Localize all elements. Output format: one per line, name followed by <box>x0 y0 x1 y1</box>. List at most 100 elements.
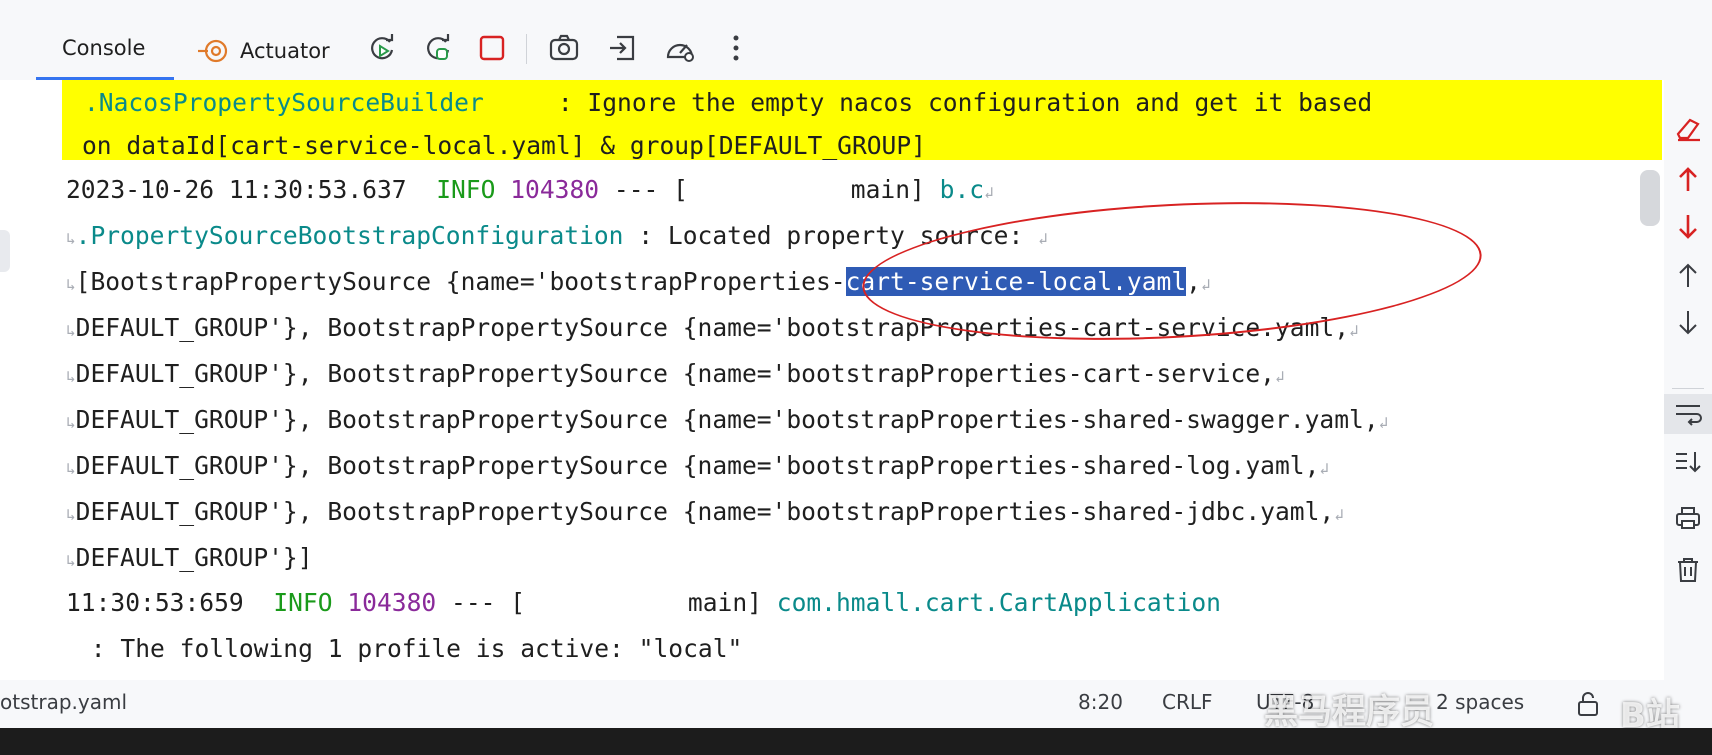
log-thread: --- [ main] <box>436 588 777 617</box>
red-annotation-circle <box>858 187 1486 355</box>
vertical-scrollbar[interactable] <box>1640 170 1660 226</box>
status-bar: otstrap.yaml 8:20 CRLF UTF-8 2 spaces 黑马… <box>0 680 1712 736</box>
eraser-icon <box>1676 118 1700 142</box>
log-message: DEFAULT_GROUP'}, BootstrapPropertySource… <box>75 359 1275 388</box>
tab-actuator-label: Actuator <box>240 39 330 63</box>
log-level: INFO <box>436 175 496 204</box>
soft-wrap-icon: ↳ <box>66 551 76 570</box>
log-message: DEFAULT_GROUP'}, BootstrapPropertySource… <box>75 451 1320 480</box>
soft-wrap-icon: ↳ <box>66 459 76 478</box>
video-watermark: 黑马程序员 <box>1264 692 1434 732</box>
restore-icon <box>610 35 635 61</box>
toolbar-divider <box>526 34 527 64</box>
toolbar-divider <box>1672 388 1704 389</box>
status-line-separator[interactable]: CRLF <box>1162 690 1213 714</box>
rerun-debug-icon <box>427 34 450 60</box>
arrow-down-icon <box>1679 215 1697 239</box>
console-side-toolbar <box>1664 80 1712 680</box>
soft-wrap-icon: ↳ <box>66 275 76 294</box>
clear-highlight-button[interactable] <box>1664 108 1712 148</box>
console-gutter <box>0 80 52 680</box>
actuator-icon <box>198 39 228 63</box>
log-line: ↳.PropertySourceBootstrapConfiguration :… <box>66 220 1048 255</box>
log-message: : Ignore the empty nacos configuration a… <box>483 88 1373 117</box>
more-button[interactable] <box>718 30 754 66</box>
log-pid: 104380 <box>510 175 600 204</box>
soft-wrap-icon: ↳ <box>66 413 76 432</box>
more-icon <box>733 35 739 61</box>
log-message: [BootstrapPropertySource {name='bootstra… <box>75 267 846 296</box>
gauge-icon <box>666 43 694 62</box>
arrow-up-icon <box>1679 263 1697 287</box>
soft-wrap-icon: ↲ <box>1319 459 1330 478</box>
stop-icon <box>479 35 505 61</box>
scroll-to-end-button[interactable] <box>1664 442 1712 482</box>
profiler-button[interactable] <box>662 30 698 66</box>
rerun-debug-button[interactable] <box>420 30 456 66</box>
prev-occurrence-button[interactable] <box>1664 160 1712 200</box>
log-thread: --- [ main] <box>599 175 940 204</box>
console-toolbar: Console Actuator <box>0 0 1712 80</box>
scroll-up-button[interactable] <box>1664 256 1712 296</box>
status-indent[interactable]: 2 spaces <box>1436 690 1524 714</box>
soft-wrap-icon: ↲ <box>1349 321 1359 340</box>
soft-wrap-button[interactable] <box>1664 394 1712 434</box>
soft-wrap-icon: ↳ <box>66 367 76 386</box>
log-line: : The following 1 profile is active: "lo… <box>76 633 743 665</box>
soft-wrap-icon: ↲ <box>1274 367 1285 386</box>
logger-name: .NacosPropertySourceBuilder <box>84 88 484 117</box>
rerun-icon <box>371 34 394 60</box>
scroll-to-end-icon <box>1676 452 1701 473</box>
log-message: DEFAULT_GROUP'}, BootstrapPropertySource… <box>75 405 1379 434</box>
soft-wrap-icon: ↲ <box>984 183 994 202</box>
lock-icon <box>1578 692 1598 716</box>
log-line: ↳DEFAULT_GROUP'}, BootstrapPropertySourc… <box>66 496 1344 531</box>
arrow-down-icon <box>1679 311 1697 335</box>
log-line: 2023-10-26 11:30:53.637 INFO 104380 --- … <box>66 174 994 209</box>
next-occurrence-button[interactable] <box>1664 206 1712 246</box>
screenshot-button[interactable] <box>546 30 582 66</box>
tab-console[interactable]: Console <box>62 36 145 60</box>
arrow-up-icon <box>1679 167 1697 191</box>
logger-name-link[interactable]: b.c <box>940 175 984 204</box>
restore-layout-button[interactable] <box>604 30 640 66</box>
log-line: ↳DEFAULT_GROUP'}, BootstrapPropertySourc… <box>66 450 1329 485</box>
soft-wrap-icon: ↲ <box>1378 413 1389 432</box>
log-pid: 104380 <box>347 588 437 617</box>
log-level: INFO <box>273 588 333 617</box>
logger-name-link[interactable]: .PropertySourceBootstrapConfiguration <box>76 221 624 250</box>
printer-icon <box>1676 507 1700 529</box>
camera-icon <box>549 34 579 61</box>
log-timestamp: 11:30:53:659 <box>66 588 244 617</box>
tab-console-label: Console <box>62 36 146 60</box>
soft-wrap-icon: ↳ <box>66 321 76 340</box>
log-line: on dataId[cart-service-local.yaml] & gro… <box>82 130 926 162</box>
log-line: ↳DEFAULT_GROUP'}] <box>66 542 313 577</box>
rerun-button[interactable] <box>364 30 400 66</box>
log-line: ↳DEFAULT_GROUP'}, BootstrapPropertySourc… <box>66 358 1285 393</box>
soft-wrap-icon: ↲ <box>1334 505 1344 524</box>
log-line: .NacosPropertySourceBuilder : Ignore the… <box>84 87 1372 119</box>
log-message: : The following 1 profile is active: "lo… <box>76 634 743 663</box>
scroll-down-button[interactable] <box>1664 302 1712 342</box>
print-button[interactable] <box>1664 498 1712 538</box>
trash-icon <box>1678 558 1698 582</box>
clear-all-button[interactable] <box>1664 550 1712 590</box>
gutter-marker <box>0 230 10 272</box>
logger-name-link[interactable]: com.hmall.cart.CartApplication <box>777 588 1221 617</box>
log-message: DEFAULT_GROUP'}] <box>75 543 313 572</box>
soft-wrap-icon <box>1676 405 1702 426</box>
soft-wrap-icon: ↳ <box>66 505 76 524</box>
log-line: ↳DEFAULT_GROUP'}, BootstrapPropertySourc… <box>66 404 1388 439</box>
tab-actuator[interactable]: Actuator <box>196 36 330 66</box>
soft-wrap-icon: ↳ <box>66 229 76 248</box>
log-message: on dataId[cart-service-local.yaml] & gro… <box>82 131 926 160</box>
log-timestamp: 2023-10-26 11:30:53.637 <box>66 175 407 204</box>
console-output[interactable]: .NacosPropertySourceBuilder : Ignore the… <box>0 80 1664 680</box>
log-message: DEFAULT_GROUP'}, BootstrapPropertySource… <box>75 497 1335 526</box>
log-line: 11:30:53:659 INFO 104380 --- [ main] com… <box>66 587 1221 619</box>
status-file-name[interactable]: otstrap.yaml <box>0 690 127 714</box>
video-player-edge <box>0 728 1712 755</box>
status-caret-position[interactable]: 8:20 <box>1078 690 1123 714</box>
stop-button[interactable] <box>474 30 510 66</box>
